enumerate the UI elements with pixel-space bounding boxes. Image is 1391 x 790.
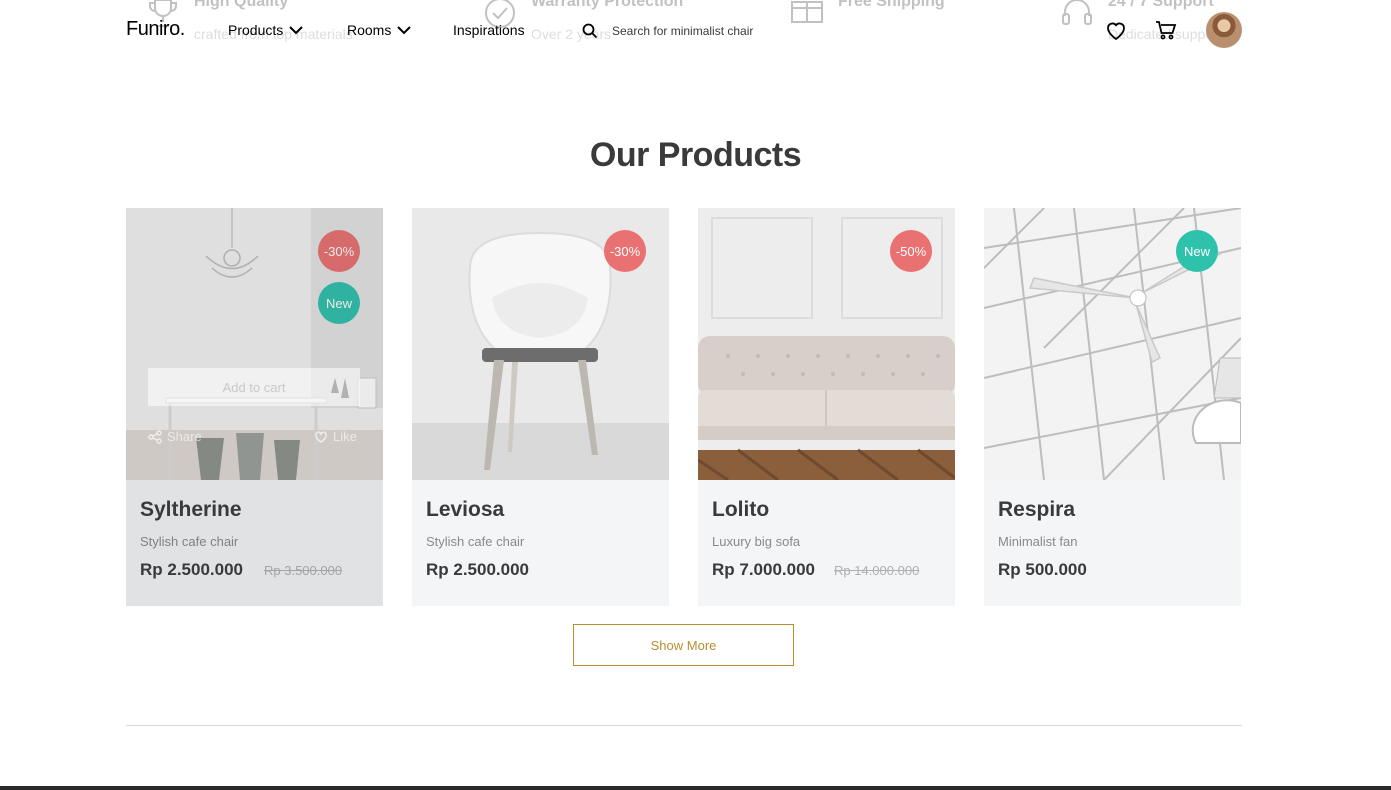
- share-button[interactable]: Share: [148, 429, 202, 444]
- chevron-down-icon: [397, 26, 412, 35]
- product-price: Rp 7.000.000: [712, 560, 816, 579]
- product-image: -30%: [412, 208, 669, 480]
- product-description: Stylish cafe chair: [426, 534, 525, 549]
- footer-divider: [126, 725, 1242, 726]
- product-price: Rp 2.500.000: [426, 560, 530, 579]
- product-description: Minimalist fan: [998, 534, 1078, 549]
- product-description: Luxury big sofa: [712, 534, 801, 549]
- search-icon: [582, 23, 598, 39]
- product-price: Rp 500.000: [998, 560, 1087, 579]
- bottom-edge: [0, 786, 1391, 790]
- avatar[interactable]: [1206, 12, 1242, 48]
- hover-overlay: Add to cart Share Like: [126, 208, 383, 606]
- share-label: Share: [167, 429, 202, 444]
- nav-label: Products: [228, 22, 284, 38]
- new-badge: New: [1176, 230, 1218, 272]
- nav-label: Inspirations: [453, 22, 525, 38]
- product-card-syltherine[interactable]: -30% New Syltherine Stylish cafe chair R…: [126, 208, 383, 606]
- heart-icon: [315, 430, 327, 443]
- product-card-respira[interactable]: New Respira Minimalist fan Rp 500.000: [984, 208, 1241, 606]
- nav-label: Rooms: [347, 22, 392, 38]
- cart-icon[interactable]: [1154, 18, 1178, 42]
- nav-products[interactable]: Products: [228, 22, 303, 38]
- product-card-lolito[interactable]: -50% Lolito Luxury big sofa Rp 7.000.000…: [698, 208, 955, 606]
- product-card-leviosa[interactable]: -30% Leviosa Stylish cafe chair Rp 2.500…: [412, 208, 669, 606]
- chevron-down-icon: [289, 26, 303, 35]
- search-input[interactable]: [610, 23, 864, 39]
- site-header: Funiro. Products Rooms Inspirations: [0, 0, 1391, 62]
- share-icon: [148, 429, 162, 444]
- discount-badge: -50%: [890, 230, 932, 272]
- like-label: Like: [333, 429, 357, 444]
- logo[interactable]: Funiro.: [126, 18, 185, 41]
- heart-icon[interactable]: [1104, 18, 1128, 42]
- show-more-button[interactable]: Show More: [573, 624, 794, 666]
- add-to-cart-button[interactable]: Add to cart: [148, 368, 360, 406]
- product-name: Respira: [998, 498, 1076, 521]
- product-name: Lolito: [712, 498, 770, 521]
- nav-inspirations[interactable]: Inspirations: [453, 22, 525, 38]
- like-button[interactable]: Like: [314, 429, 357, 444]
- nav-rooms[interactable]: Rooms: [347, 22, 412, 38]
- product-image: -50%: [698, 208, 955, 480]
- section-title: Our Products: [589, 136, 802, 174]
- product-old-price: Rp 14.000.000: [834, 563, 920, 578]
- discount-badge: -30%: [604, 230, 646, 272]
- product-image: New: [984, 208, 1241, 480]
- product-name: Leviosa: [426, 498, 505, 521]
- search-bar: [582, 20, 882, 42]
